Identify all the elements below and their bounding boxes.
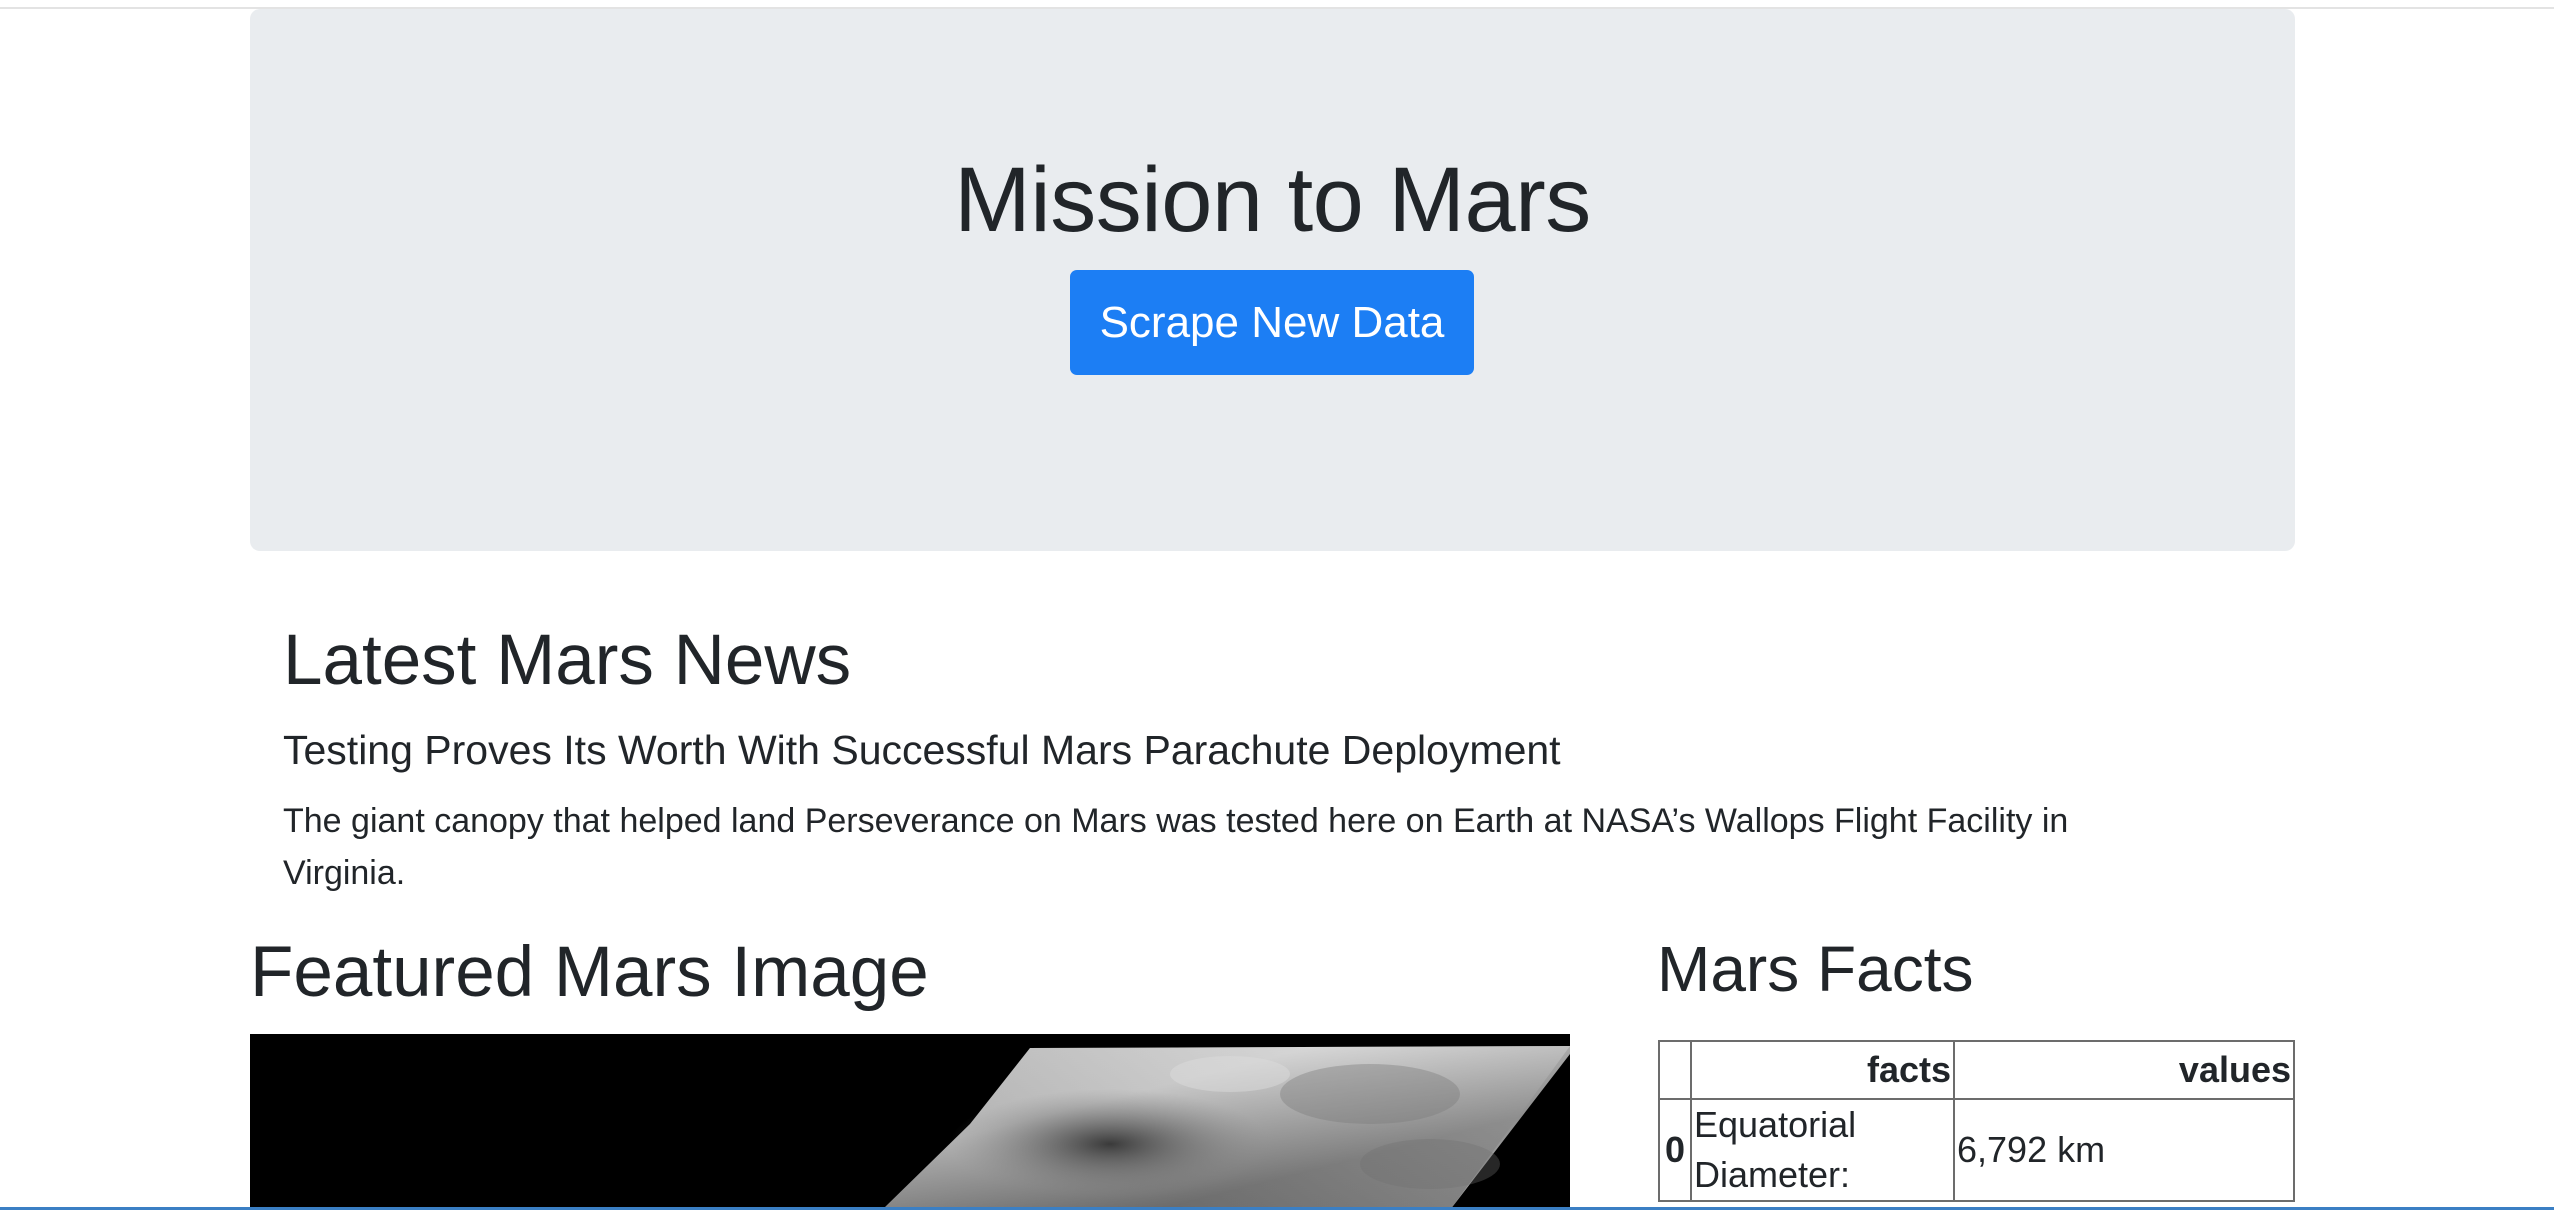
jumbotron: Mission to Mars Scrape New Data <box>250 9 2295 551</box>
value-cell: 6,792 km <box>1953 1098 2295 1202</box>
row-index: 0 <box>1658 1098 1692 1202</box>
mars-facts-heading: Mars Facts <box>1657 933 1974 1005</box>
mars-facts-table: facts values 0 Equatorial Diameter: 6,79… <box>1658 1040 2295 1202</box>
mars-surface-image <box>882 1034 1570 1210</box>
news-paragraph: The giant canopy that helped land Persev… <box>283 802 2069 892</box>
fact-cell: Equatorial Diameter: <box>1690 1098 1955 1202</box>
table-row: 0 Equatorial Diameter: 6,792 km <box>1658 1098 2295 1202</box>
latest-news-heading: Latest Mars News <box>283 621 852 700</box>
table-header-row: facts values <box>1658 1040 2295 1100</box>
index-column-header <box>1658 1040 1692 1100</box>
featured-mars-image <box>250 1034 1570 1210</box>
featured-image-heading: Featured Mars Image <box>250 933 929 1012</box>
facts-column-header: facts <box>1690 1040 1955 1100</box>
browser-top-edge <box>0 0 2554 9</box>
news-title: Testing Proves Its Worth With Successful… <box>283 727 1561 773</box>
page-title: Mission to Mars <box>954 149 1591 251</box>
values-column-header: values <box>1953 1040 2295 1100</box>
scrape-new-data-button[interactable]: Scrape New Data <box>1070 270 1474 375</box>
